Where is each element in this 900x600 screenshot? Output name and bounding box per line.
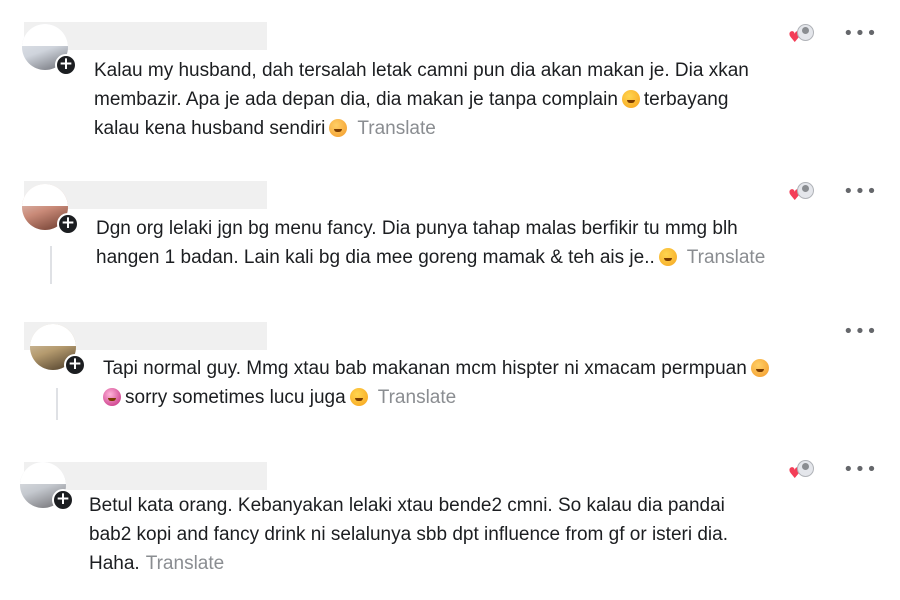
translate-link[interactable]: Translate [146, 553, 225, 574]
more-options-icon[interactable]: ••• [843, 183, 877, 201]
reaction-indicator[interactable]: ♥ [788, 24, 816, 45]
translate-link[interactable]: Translate [378, 387, 457, 408]
translate-link[interactable]: Translate [357, 118, 436, 139]
comment-line: hangen 1 badan. Lain kali bg dia mee gor… [96, 243, 765, 272]
comment-line-text: hangen 1 badan. Lain kali bg dia mee gor… [96, 247, 655, 268]
viewer-avatar-icon [797, 460, 814, 477]
thread-line [56, 388, 58, 420]
smiling-face-with-sweat-icon [621, 90, 640, 108]
comment-line: Dgn org lelaki jgn bg menu fancy. Dia pu… [96, 218, 738, 239]
add-friend-icon[interactable]: + [57, 213, 79, 235]
reaction-indicator[interactable]: ♥ [788, 182, 816, 203]
comment-line-text: Tapi normal guy. Mmg xtau bab makanan mc… [103, 358, 747, 379]
comment-line: Haha. Translate [89, 549, 728, 578]
more-options-icon[interactable]: ••• [843, 25, 877, 43]
comment-text: Betul kata orang. Kebanyakan lelaki xtau… [89, 491, 728, 578]
face-with-hand-over-mouth-icon [750, 359, 769, 377]
comment-line: Tapi normal guy. Mmg xtau bab makanan mc… [103, 354, 773, 383]
comment-line: Betul kata orang. Kebanyakan lelaki xtau… [89, 495, 725, 516]
rolling-on-floor-laughing-icon [103, 388, 121, 406]
grimacing-face-icon [658, 248, 677, 266]
comment-line-text: Haha. [89, 553, 140, 574]
comment-text: Kalau my husband, dah tersalah letak cam… [94, 56, 749, 143]
comment-line: Kalau my husband, dah tersalah letak cam… [94, 60, 749, 81]
comment-line-text: kalau kena husband sendiri [94, 118, 326, 139]
face-with-hand-over-mouth-icon [329, 119, 348, 137]
comment-line-text: membazir. Apa je ada depan dia, dia maka… [94, 89, 618, 110]
comment-line-text: terbayang [643, 89, 729, 110]
comment-line: sorry sometimes lucu juga Translate [103, 383, 773, 412]
comment-line: kalau kena husband sendiri Translate [94, 114, 749, 143]
more-options-icon[interactable]: ••• [843, 461, 877, 479]
more-options-icon[interactable]: ••• [843, 323, 877, 341]
comment-line: bab2 kopi and fancy drink ni selalunya s… [89, 524, 728, 545]
comment-text: Dgn org lelaki jgn bg menu fancy. Dia pu… [96, 214, 765, 272]
viewer-avatar-icon [797, 182, 814, 199]
thread-line [50, 246, 52, 284]
translate-link[interactable]: Translate [687, 247, 766, 268]
smiling-face-with-sweat-icon [349, 388, 368, 406]
viewer-avatar-icon [797, 24, 814, 41]
comment-line: membazir. Apa je ada depan dia, dia maka… [94, 85, 749, 114]
comment-text: Tapi normal guy. Mmg xtau bab makanan mc… [103, 354, 773, 412]
comment-line-text: sorry sometimes lucu juga [125, 387, 346, 408]
reaction-indicator[interactable]: ♥ [788, 460, 816, 481]
add-friend-icon[interactable]: + [55, 54, 77, 76]
add-friend-icon[interactable]: + [64, 354, 86, 376]
add-friend-icon[interactable]: + [52, 489, 74, 511]
